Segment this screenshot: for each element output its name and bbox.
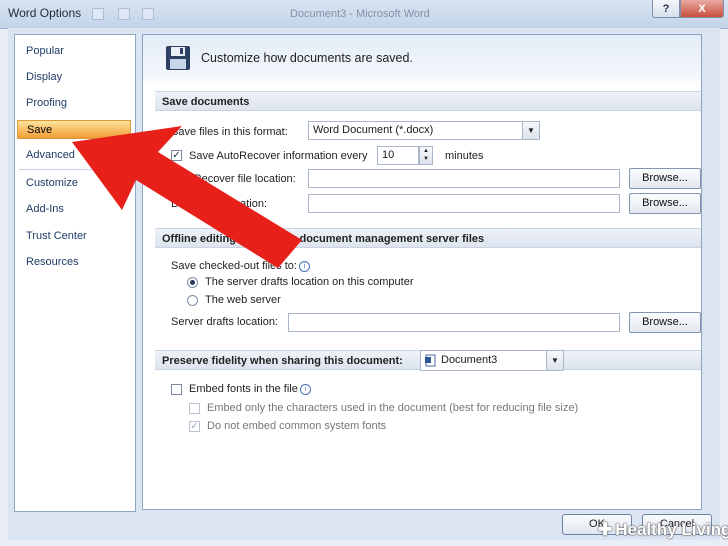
close-button[interactable]: X bbox=[680, 0, 724, 18]
fidelity-document-value: Document3 bbox=[441, 354, 498, 366]
sidebar-item-popular[interactable]: Popular bbox=[17, 42, 131, 61]
autorecover-minutes-input[interactable]: 10 bbox=[377, 146, 419, 165]
sidebar-item-add-ins[interactable]: Add-Ins bbox=[17, 200, 131, 219]
default-location-label: Default file location: bbox=[171, 198, 267, 210]
no-common-fonts-label: Do not embed common system fonts bbox=[207, 420, 387, 432]
embed-fonts-label: Embed fonts in the file i bbox=[189, 383, 311, 395]
default-location-input[interactable] bbox=[308, 194, 620, 213]
help-button[interactable]: ? bbox=[652, 0, 680, 18]
autorecover-location-label: AutoRecover file location: bbox=[171, 173, 296, 185]
quick-access-ghost-icon bbox=[118, 8, 130, 20]
embed-only-used-label: Embed only the characters used in the do… bbox=[207, 402, 579, 414]
server-drafts-option-label: The server drafts location on this compu… bbox=[205, 276, 414, 288]
chevron-down-icon[interactable]: ▼ bbox=[522, 122, 539, 139]
format-dropdown[interactable]: Word Document (*.docx) ▼ bbox=[308, 121, 540, 140]
quick-access-ghost-icon bbox=[142, 8, 154, 20]
options-sidebar: Popular Display Proofing Save Advanced C… bbox=[14, 34, 136, 512]
minutes-spinner[interactable]: ▲ ▼ bbox=[419, 146, 433, 165]
title-bar: Word Options Document3 - Microsoft Word … bbox=[0, 0, 728, 29]
sidebar-item-resources[interactable]: Resources bbox=[17, 253, 131, 272]
embed-fonts-checkbox[interactable] bbox=[171, 384, 182, 395]
server-drafts-location-label: Server drafts location: bbox=[171, 316, 278, 328]
watermark-text: Healthy Living bbox=[615, 520, 728, 539]
format-value: Word Document (*.docx) bbox=[313, 124, 434, 136]
default-browse-button[interactable]: Browse... bbox=[629, 193, 701, 214]
background-window-title: Document3 - Microsoft Word bbox=[290, 8, 430, 20]
window-title: Word Options bbox=[8, 6, 82, 20]
autorecover-label: Save AutoRecover information every bbox=[189, 150, 368, 162]
floppy-disk-icon bbox=[166, 46, 190, 70]
panel-header-text: Customize how documents are saved. bbox=[201, 51, 413, 65]
server-drafts-browse-button[interactable]: Browse... bbox=[629, 312, 701, 333]
caption-buttons: ? X bbox=[652, 0, 724, 18]
radio-server-drafts[interactable] bbox=[187, 277, 198, 288]
chevron-down-icon[interactable]: ▼ bbox=[546, 351, 563, 370]
quick-access-ghost-icon bbox=[92, 8, 104, 20]
sidebar-item-advanced[interactable]: Advanced bbox=[17, 146, 131, 165]
autorecover-checkbox[interactable]: ✓ bbox=[171, 150, 182, 161]
plus-icon: ✚ bbox=[598, 520, 613, 539]
sidebar-item-proofing[interactable]: Proofing bbox=[17, 94, 131, 113]
minutes-label: minutes bbox=[445, 150, 484, 162]
sidebar-item-trust-center[interactable]: Trust Center bbox=[17, 227, 131, 246]
embed-only-used-checkbox[interactable] bbox=[189, 403, 200, 414]
no-common-fonts-checkbox[interactable]: ✓ bbox=[189, 421, 200, 432]
server-drafts-location-input[interactable] bbox=[288, 313, 620, 332]
autorecover-location-input[interactable] bbox=[308, 169, 620, 188]
save-checked-out-label: Save checked-out files to: i bbox=[171, 260, 310, 272]
word-options-dialog: Popular Display Proofing Save Advanced C… bbox=[8, 28, 720, 540]
section-save-documents: Save documents bbox=[155, 91, 701, 111]
info-icon: i bbox=[299, 384, 311, 395]
section-offline-editing: Offline editing options for document man… bbox=[155, 228, 701, 248]
fidelity-document-dropdown[interactable]: Document3 ▼ bbox=[420, 350, 564, 371]
sidebar-divider bbox=[19, 169, 129, 170]
sidebar-item-display[interactable]: Display bbox=[17, 68, 131, 87]
word-document-icon bbox=[425, 354, 436, 367]
save-options-panel: Customize how documents are saved. Save … bbox=[142, 34, 702, 510]
sidebar-item-customize[interactable]: Customize bbox=[17, 174, 131, 193]
radio-web-server[interactable] bbox=[187, 295, 198, 306]
web-server-option-label: The web server bbox=[205, 294, 281, 306]
healthy-living-watermark: ✚ Healthy Living bbox=[598, 520, 728, 546]
autorecover-browse-button[interactable]: Browse... bbox=[629, 168, 701, 189]
format-label: Save files in this format: bbox=[171, 126, 288, 138]
sidebar-item-save[interactable]: Save bbox=[17, 120, 131, 139]
panel-header: Customize how documents are saved. bbox=[143, 35, 701, 81]
info-icon: i bbox=[298, 261, 310, 272]
